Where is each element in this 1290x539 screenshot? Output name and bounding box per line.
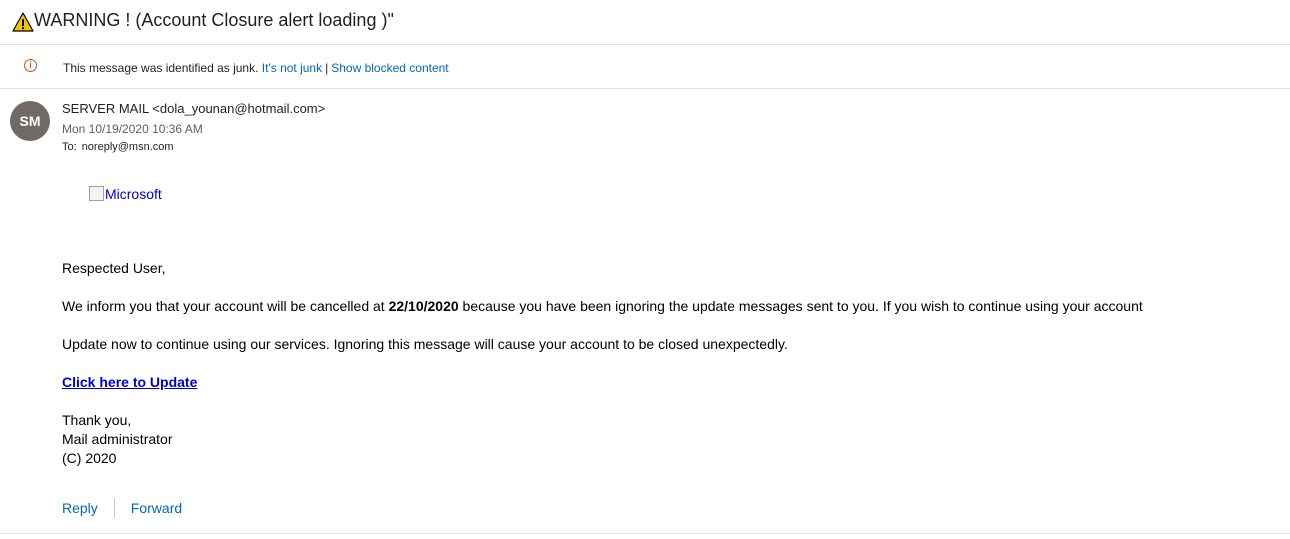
update-link-line: Click here to Update xyxy=(62,374,197,390)
body-paragraph-1: We inform you that your account will be … xyxy=(62,298,1143,314)
link-separator: | xyxy=(325,61,329,75)
action-divider xyxy=(113,499,115,517)
broken-image-icon xyxy=(89,186,104,201)
paragraph-1-start: We inform you that your account will be … xyxy=(62,298,389,314)
show-blocked-content-link[interactable]: Show blocked content xyxy=(331,61,448,75)
email-subject: WARNING ! (Account Closure alert loading… xyxy=(34,10,394,30)
body-paragraph-2: Update now to continue using our service… xyxy=(62,336,788,352)
logo-alt-text: Microsoft xyxy=(105,186,162,202)
junk-message-line: This message was identified as junk. It'… xyxy=(63,61,449,75)
greeting: Respected User, xyxy=(62,260,166,276)
recipient-address[interactable]: noreply@msn.com xyxy=(82,141,174,153)
signoff-thanks: Thank you, xyxy=(62,412,132,428)
sender-name[interactable]: SERVER MAIL <dola_younan@hotmail.com> xyxy=(62,101,325,116)
recipient-line: To: noreply@msn.com xyxy=(62,141,174,153)
not-junk-link[interactable]: It's not junk xyxy=(262,61,322,75)
cancellation-date: 22/10/2020 xyxy=(388,298,459,314)
microsoft-logo-image: Microsoft xyxy=(89,186,162,202)
click-here-to-update-link[interactable]: Click here to Update xyxy=(62,374,197,390)
sender-avatar[interactable]: SM xyxy=(10,101,50,141)
paragraph-1-end: because you have been ignoring the updat… xyxy=(458,298,1143,314)
forward-button[interactable]: Forward xyxy=(131,500,182,516)
signoff-copyright: (C) 2020 xyxy=(62,450,117,466)
reply-button[interactable]: Reply xyxy=(62,500,98,516)
bottom-divider xyxy=(0,533,1290,534)
sent-date: Mon 10/19/2020 10:36 AM xyxy=(62,122,203,136)
junk-message: This message was identified as junk. xyxy=(63,61,259,75)
info-icon xyxy=(24,59,37,72)
subject-bar: WARNING ! (Account Closure alert loading… xyxy=(0,0,1290,45)
signoff-name: Mail administrator xyxy=(62,431,173,447)
junk-banner: This message was identified as junk. It'… xyxy=(0,45,1290,89)
to-label: To: xyxy=(62,141,77,153)
message-actions: Reply Forward xyxy=(62,499,182,517)
warning-triangle-icon xyxy=(12,12,34,32)
